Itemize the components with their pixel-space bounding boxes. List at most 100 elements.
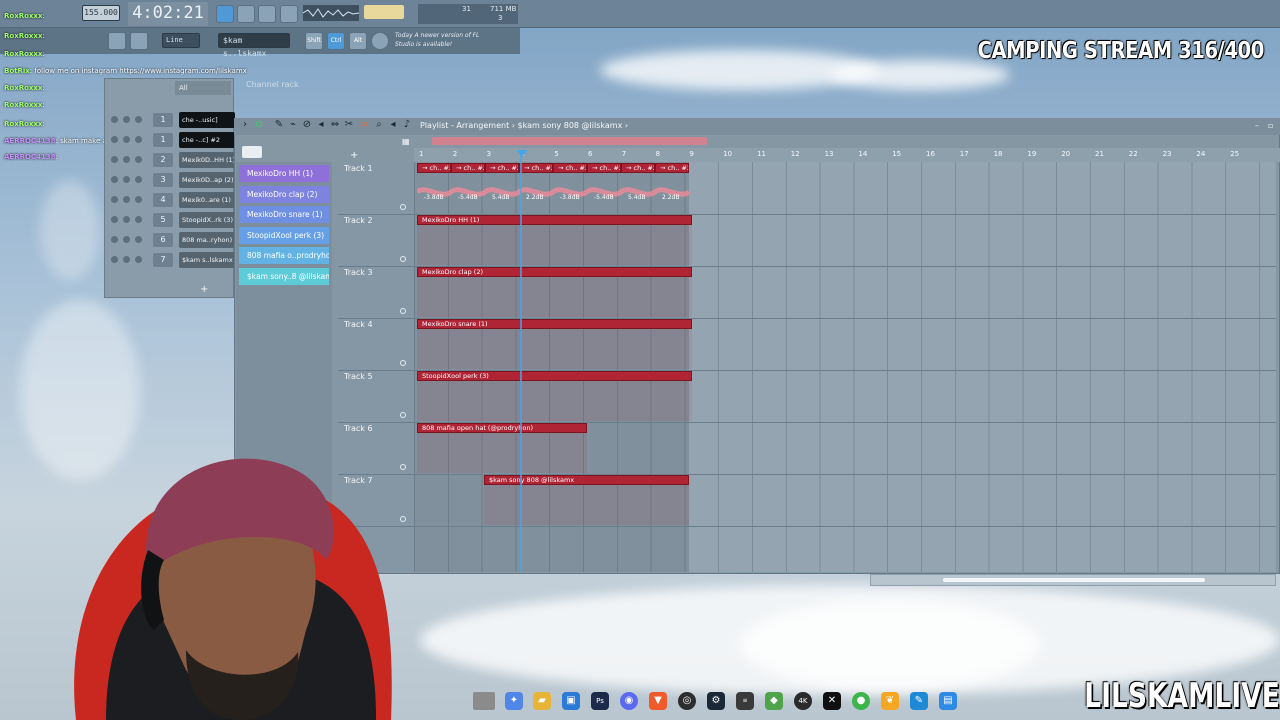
channel-mixer-track[interactable]: 7 — [153, 253, 173, 267]
channel-led-icon[interactable] — [111, 216, 118, 223]
playlist-overview-scroll[interactable] — [432, 137, 707, 145]
channel-name-button[interactable]: $kam s..lskamx — [179, 252, 235, 268]
channel-led-icon[interactable] — [111, 236, 118, 243]
channel-pan-knob[interactable] — [123, 256, 130, 263]
notepad-icon[interactable]: ▤ — [939, 692, 957, 710]
channel-name-button[interactable]: Mexik0D..HH (1) — [179, 152, 235, 168]
channel-name-button[interactable]: Mexik0D..ap (2) — [179, 172, 235, 188]
obs-icon[interactable]: ◎ — [678, 692, 696, 710]
channel-led-icon[interactable] — [111, 156, 118, 163]
arrangement-grid[interactable]: → ch.. #2 → ch.. #2 → ch.. #2 → ch.. #2 → ch… — [414, 162, 1276, 572]
pattern-item[interactable]: $kam sony..8 @lilskamx — [239, 267, 329, 285]
scrollbar-thumb[interactable] — [943, 578, 1205, 582]
brush-icon[interactable]: ⌁ — [288, 120, 298, 130]
channel-filter[interactable]: All — [175, 81, 231, 95]
pattern-clip-body[interactable] — [417, 433, 587, 473]
channel-row[interactable]: 7 $kam s..lskamx — [111, 251, 235, 269]
channel-name-button[interactable]: StoopidX..rk (3) — [179, 212, 235, 228]
channel-row[interactable]: 6 808 ma..ryhon) — [111, 231, 235, 249]
channel-pan-knob[interactable] — [123, 216, 130, 223]
pattern-clip[interactable]: MexikoDro clap (2) — [417, 267, 692, 277]
fl-studio-icon[interactable]: ❦ — [881, 692, 899, 710]
pattern-clip[interactable]: StoopidXool perk (3) — [417, 371, 692, 381]
capcut-icon[interactable]: ✕ — [823, 692, 841, 710]
channel-led-icon[interactable] — [111, 116, 118, 123]
master-volume-meter[interactable] — [364, 5, 404, 19]
automation-clip[interactable]: → ch.. #2 — [417, 163, 451, 173]
automation-clip[interactable]: → ch.. #2 — [451, 163, 485, 173]
file-explorer-icon[interactable]: ▰ — [533, 692, 551, 710]
track-mute-icon[interactable] — [400, 412, 406, 418]
pattern-item[interactable]: MexikoDro HH (1) — [239, 165, 329, 182]
automation-clip[interactable]: → ch.. #2 — [485, 163, 519, 173]
track-label[interactable]: Track 4 — [344, 320, 373, 329]
pattern-clip-body[interactable] — [417, 381, 692, 421]
channel-mixer-track[interactable]: 1 — [153, 133, 173, 147]
automation-clip[interactable]: → ch.. #2 — [519, 163, 553, 173]
channel-volume-knob[interactable] — [135, 216, 142, 223]
track-label[interactable]: Track 3 — [344, 268, 373, 277]
slip-icon[interactable]: ⇔ — [330, 120, 340, 130]
channel-pan-knob[interactable] — [123, 236, 130, 243]
arrow-icon[interactable]: › — [240, 120, 250, 130]
pattern-clip[interactable]: MexikoDro HH (1) — [417, 215, 692, 225]
channel-led-icon[interactable] — [111, 196, 118, 203]
snipping-icon[interactable]: ✎ — [910, 692, 928, 710]
channel-row[interactable]: 1 che -..usic] — [111, 111, 235, 129]
pattern-clip-body[interactable] — [417, 225, 692, 265]
channel-volume-knob[interactable] — [135, 196, 142, 203]
grid-icon[interactable]: ▦ — [402, 137, 410, 146]
steam-icon[interactable]: ⚙ — [707, 692, 725, 710]
pattern-item[interactable]: MexikoDro snare (1) — [239, 206, 329, 223]
channel-mixer-track[interactable]: 6 — [153, 233, 173, 247]
spotify-icon[interactable]: ● — [852, 692, 870, 710]
shift-button[interactable]: Shift — [305, 32, 323, 50]
pencil-icon[interactable]: ✎ — [274, 120, 284, 130]
channel-led-icon[interactable] — [111, 136, 118, 143]
channel-mixer-track[interactable]: 1 — [153, 113, 173, 127]
automation-clip[interactable]: → ch.. #2 — [587, 163, 621, 173]
channel-name-button[interactable]: Mexik0..are (1) — [179, 192, 235, 208]
channel-volume-knob[interactable] — [135, 236, 142, 243]
update-notice[interactable]: Today A newer version of FL Studio is av… — [395, 31, 485, 51]
channel-led-icon[interactable] — [111, 176, 118, 183]
channel-name-button[interactable]: 808 ma..ryhon) — [179, 232, 235, 248]
channel-pan-knob[interactable] — [123, 196, 130, 203]
channel-row[interactable]: 1 che -..c] #2 — [111, 131, 235, 149]
channel-row[interactable]: 2 Mexik0D..HH (1) — [111, 151, 235, 169]
channel-volume-knob[interactable] — [135, 136, 142, 143]
photoshop-icon[interactable]: Ps — [591, 692, 609, 710]
channel-led-icon[interactable] — [111, 256, 118, 263]
track-mute-icon[interactable] — [400, 204, 406, 210]
zoom-icon[interactable]: ⌕ — [374, 120, 384, 130]
pattern-clip-body[interactable] — [484, 485, 689, 525]
add-track-icon[interactable]: + — [350, 150, 358, 161]
channel-mixer-track[interactable]: 5 — [153, 213, 173, 227]
ctrl-button[interactable]: Ctrl — [327, 32, 345, 50]
gear-icon[interactable] — [371, 32, 389, 50]
timeline-ruler[interactable]: 1 2 3 4 5 6 7 8 9 10 11 12 13 14 15 16 17 18 19 20 21 22 23 24 2… — [414, 148, 1280, 162]
pattern-item[interactable]: StoopidXool perk (3) — [239, 226, 329, 244]
channel-row[interactable]: 5 StoopidX..rk (3) — [111, 211, 235, 229]
channel-row[interactable]: 4 Mexik0..are (1) — [111, 191, 235, 209]
delete-icon[interactable]: ⊘ — [302, 120, 312, 130]
pattern-clip[interactable]: $kam sony 808 @lilskamx — [484, 475, 689, 485]
picker-toggle-icon[interactable] — [242, 146, 262, 158]
pattern-clip[interactable]: MexikoDro snare (1) — [417, 319, 692, 329]
channel-row[interactable]: 3 Mexik0D..ap (2) — [111, 171, 235, 189]
magnet-icon[interactable]: ⊙ — [254, 120, 264, 130]
channel-name-button[interactable]: che -..usic] — [179, 112, 235, 128]
pattern-clip-body[interactable] — [417, 329, 692, 369]
copilot-icon[interactable]: ✦ — [505, 692, 523, 710]
channel-mixer-track[interactable]: 4 — [153, 193, 173, 207]
channel-pan-knob[interactable] — [123, 136, 130, 143]
ableton-icon[interactable]: 4K — [794, 692, 812, 710]
slice-icon[interactable]: ✂ — [344, 120, 354, 130]
track-mute-icon[interactable] — [400, 256, 406, 262]
track-mute-icon[interactable] — [400, 308, 406, 314]
brave-icon[interactable]: ▼ — [649, 692, 667, 710]
speaker-icon[interactable]: ♪ — [402, 120, 412, 130]
channel-volume-knob[interactable] — [135, 176, 142, 183]
channel-pan-knob[interactable] — [123, 116, 130, 123]
pattern-clip-body[interactable] — [417, 277, 692, 317]
